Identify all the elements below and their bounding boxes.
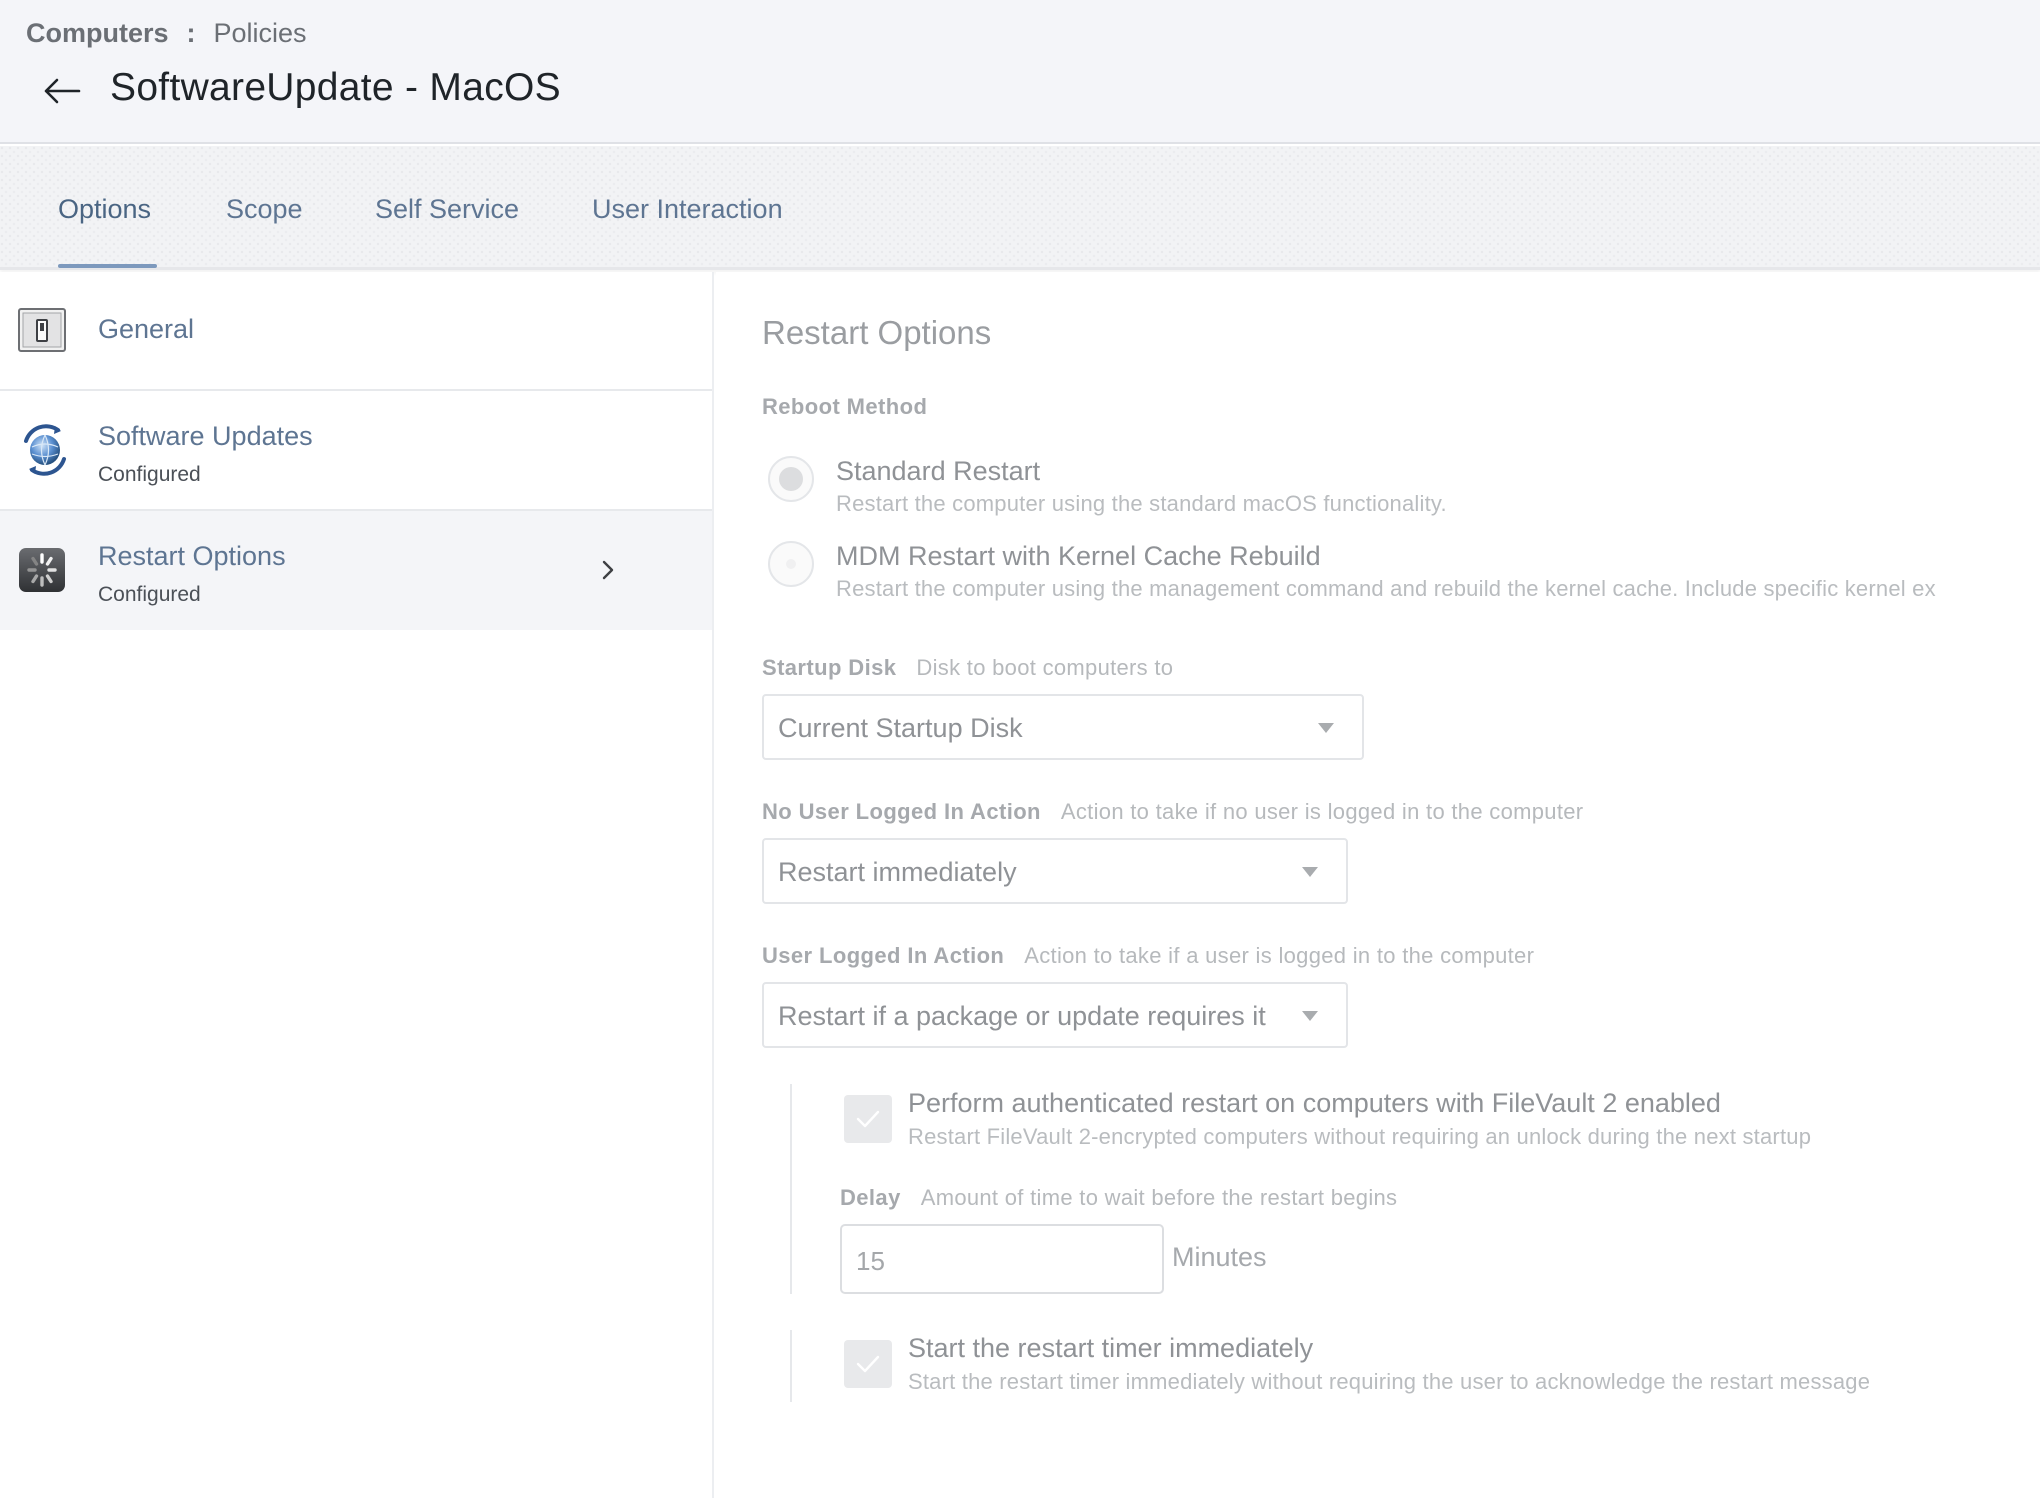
breadcrumb-separator: : [186,18,196,48]
tab-user-interaction[interactable]: User Interaction [592,194,783,225]
tab-scope[interactable]: Scope [226,194,303,225]
startup-disk-label-text: Startup Disk [762,655,897,680]
reboot-method-label: Reboot Method [762,394,928,419]
delay-input[interactable] [856,1246,1136,1277]
standard-restart-label: Standard Restart [836,456,1041,486]
chevron-right-icon [602,560,614,580]
sidebar: General Software Updates Configured Rest… [0,272,714,1498]
sidebar-item-title: Software Updates [98,421,313,451]
tab-self-service[interactable]: Self Service [375,194,519,225]
section-title: Restart Options [762,314,992,351]
tab-bar: Options Scope Self Service User Interact… [0,146,2040,270]
user-action-value: Restart if a package or update requires … [778,1001,1266,1031]
filevault-restart-label: Perform authenticated restart on compute… [908,1088,1721,1118]
delay-label: Delay Amount of time to wait before the r… [840,1185,1397,1211]
no-user-action-select[interactable]: Restart immediately [762,838,1348,904]
sidebar-item-general[interactable]: General [0,272,712,391]
caret-down-icon [1302,867,1318,877]
no-user-action-value: Restart immediately [778,857,1017,887]
standard-restart-radio[interactable] [768,456,814,502]
no-user-action-label-text: No User Logged In Action [762,799,1041,824]
mdm-restart-label: MDM Restart with Kernel Cache Rebuild [836,541,1321,571]
checkmark-icon [856,1355,880,1373]
switch-icon [18,308,66,352]
breadcrumb: Computers : Policies [26,18,307,49]
delay-unit: Minutes [1172,1242,1267,1272]
breadcrumb-policies[interactable]: Policies [214,18,307,49]
no-user-action-hint: Action to take if no user is logged in t… [1060,799,1584,824]
mdm-restart-description: Restart the computer using the managemen… [836,576,1936,601]
tab-options[interactable]: Options [58,194,151,225]
startup-disk-hint: Disk to boot computers to [916,655,1174,680]
no-user-action-label: No User Logged In Action Action to take i… [762,799,1583,825]
delay-input-box [840,1224,1164,1294]
user-action-hint: Action to take if a user is logged in to… [1024,943,1535,968]
globe-update-icon [24,424,66,476]
sub-options-divider [790,1084,792,1294]
sidebar-item-restart-options[interactable]: Restart Options Configured [0,511,712,630]
start-timer-description: Start the restart timer immediately with… [908,1369,1871,1394]
startup-disk-label: Startup Disk Disk to boot computers to [762,655,1173,681]
sidebar-item-title: General [98,314,195,344]
restart-options-panel: Restart Options Reboot Method Standard R… [716,272,2040,1498]
breadcrumb-computers[interactable]: Computers [26,18,169,49]
start-timer-label: Start the restart timer immediately [908,1333,1314,1363]
startup-disk-value: Current Startup Disk [778,713,1023,743]
mdm-restart-radio[interactable] [768,541,814,587]
delay-hint: Amount of time to wait before the restar… [920,1185,1398,1210]
user-action-label-text: User Logged In Action [762,943,1005,968]
start-timer-checkbox[interactable] [844,1340,892,1388]
caret-down-icon [1318,723,1334,733]
user-action-label: User Logged In Action Action to take if a… [762,943,1534,969]
user-action-select[interactable]: Restart if a package or update requires … [762,982,1348,1048]
filevault-restart-description: Restart FileVault 2-encrypted computers … [908,1124,1812,1149]
standard-restart-description: Restart the computer using the standard … [836,491,1447,516]
restart-spinner-icon [19,548,65,592]
delay-label-text: Delay [840,1185,901,1210]
sidebar-item-status: Configured [98,463,201,486]
filevault-restart-checkbox[interactable] [844,1095,892,1143]
back-arrow-icon[interactable] [42,74,82,108]
startup-disk-select[interactable]: Current Startup Disk [762,694,1364,760]
checkmark-icon [856,1110,880,1128]
page-header: Computers : Policies SoftwareUpdate - Ma… [0,0,2040,144]
active-tab-indicator [58,264,157,268]
sub-options-divider [790,1330,792,1402]
caret-down-icon [1302,1011,1318,1021]
page-title: SoftwareUpdate - MacOS [110,66,561,109]
sidebar-item-title: Restart Options [98,541,286,571]
sidebar-item-status: Configured [98,583,201,606]
sidebar-item-software-updates[interactable]: Software Updates Configured [0,391,712,511]
